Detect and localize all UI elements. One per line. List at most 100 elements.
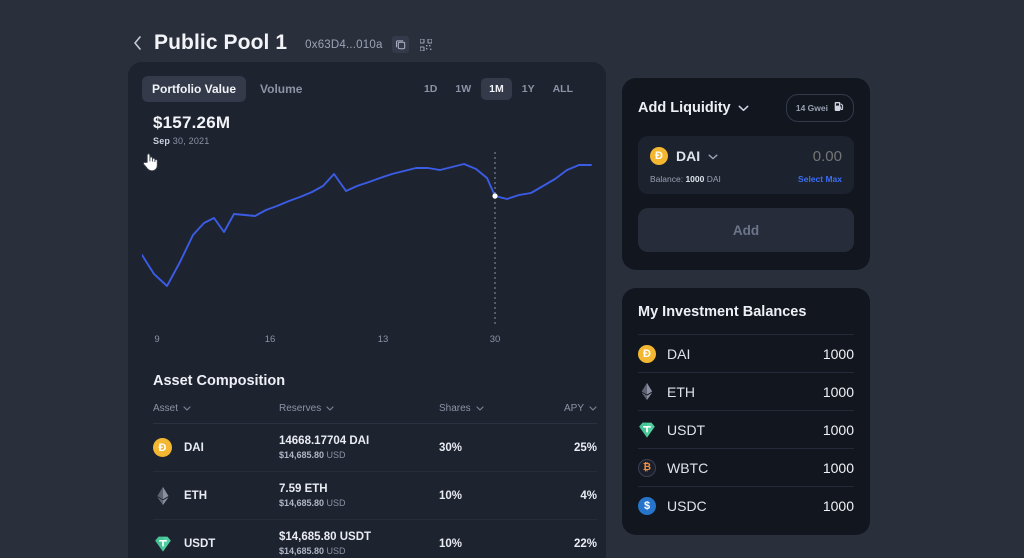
amount-input[interactable] xyxy=(742,147,842,165)
column-header-shares-label: Shares xyxy=(439,403,471,414)
reserves-amount: 14668.17704 DAI xyxy=(279,435,370,447)
balance-value: 1000 xyxy=(822,498,854,514)
range-1w[interactable]: 1W xyxy=(447,78,479,100)
add-liquidity-card: Add Liquidity 14 Gwei Ð DAI 0.00 Balance… xyxy=(622,78,870,270)
x-tick-1: 16 xyxy=(264,334,276,345)
reserves-usd: $14,685.80 USD xyxy=(279,450,439,460)
balance-value: 1000 xyxy=(685,174,705,184)
reserves-cell: 14668.17704 DAI $14,685.80 USD xyxy=(279,435,439,460)
value-date-rest: 30, 2021 xyxy=(170,136,210,146)
balance-symbol: USDT xyxy=(667,421,706,438)
token-input-box: Ð DAI Balance: 1000 DAI Select Max xyxy=(638,136,854,194)
reserves-usd-amount: $14,685.80 xyxy=(279,498,325,508)
x-tick-0: 9 xyxy=(154,334,160,345)
tab-volume[interactable]: Volume xyxy=(250,76,312,102)
eth-token-icon xyxy=(153,486,172,505)
usdt-token-icon xyxy=(153,534,172,553)
chevron-down-icon xyxy=(183,406,191,411)
portfolio-value-date: Sep 30, 2021 xyxy=(153,136,592,146)
portfolio-value-amount: $157.26M xyxy=(153,113,231,132)
list-item[interactable]: $ USDC 1000 xyxy=(638,487,854,525)
shares-value: 30% xyxy=(439,441,463,454)
table-row[interactable]: Ð DAI 14668.17704 DAI $14,685.80 USD 30%… xyxy=(153,424,597,472)
balance-left: ETH xyxy=(638,383,695,401)
reserves-usd: $14,685.80 USD xyxy=(279,498,439,508)
chart-tabs: Portfolio Value Volume xyxy=(142,76,312,102)
add-liquidity-dropdown[interactable]: Add Liquidity xyxy=(638,99,749,117)
chart-x-axis: 9 16 13 30 xyxy=(142,330,594,352)
asset-symbol: DAI xyxy=(184,441,204,454)
chevron-down-icon xyxy=(708,147,718,165)
shares-value: 10% xyxy=(439,489,463,502)
balance-left: Ð DAI xyxy=(638,344,690,363)
column-header-shares[interactable]: Shares xyxy=(439,403,529,414)
apy-value: 4% xyxy=(580,489,597,502)
range-1d[interactable]: 1D xyxy=(416,78,445,100)
table-row[interactable]: ETH 7.59 ETH $14,685.80 USD 10% 4% xyxy=(153,472,597,520)
x-tick-2: 13 xyxy=(377,334,389,345)
reserves-usd-unit: USD xyxy=(324,546,346,556)
reserves-cell: 7.59 ETH $14,685.80 USD xyxy=(279,483,439,508)
eth-token-icon xyxy=(638,383,656,401)
balance-prefix: Balance: xyxy=(650,174,686,184)
add-liquidity-title: Add Liquidity xyxy=(638,100,731,116)
back-button[interactable] xyxy=(128,28,146,58)
tab-portfolio-value[interactable]: Portfolio Value xyxy=(142,76,247,102)
dai-token-icon: Ð xyxy=(650,147,668,165)
column-header-apy-label: APY xyxy=(563,403,584,414)
wbtc-token-icon: ₿ xyxy=(638,458,656,477)
column-header-apy[interactable]: APY xyxy=(529,403,597,414)
dai-token-icon: Ð xyxy=(638,344,656,363)
column-header-reserves[interactable]: Reserves xyxy=(279,403,439,414)
reserves-usd: $14,685.80 USD xyxy=(279,546,439,556)
copy-icon[interactable] xyxy=(391,36,409,53)
x-tick-3: 30 xyxy=(489,334,501,345)
reserves-usd-amount: $14,685.80 xyxy=(279,546,325,556)
side-column: Add Liquidity 14 Gwei Ð DAI 0.00 Balance… xyxy=(622,78,870,535)
range-all[interactable]: ALL xyxy=(545,78,581,100)
column-header-asset-label: Asset xyxy=(153,403,179,414)
balance-symbol: ETH xyxy=(667,383,695,400)
list-item[interactable]: Ð DAI 1000 xyxy=(638,335,854,373)
list-item[interactable]: USDT 1000 xyxy=(638,411,854,449)
reserves-cell: $14,685.80 USDT $14,685.80 USD xyxy=(279,531,439,556)
asset-cell: USDT xyxy=(153,534,279,553)
column-header-reserves-label: Reserves xyxy=(279,403,322,414)
crosshair-dot xyxy=(492,193,498,199)
table-row[interactable]: USDT $14,685.80 USDT $14,685.80 USD 10% … xyxy=(153,520,597,558)
add-button[interactable]: Add xyxy=(638,208,854,252)
column-header-asset[interactable]: Asset xyxy=(153,403,279,414)
apy-value: 22% xyxy=(573,537,597,550)
apy-value: 25% xyxy=(573,441,597,454)
page-header: Public Pool 1 0x63D4...010a xyxy=(128,28,435,58)
asset-composition-table: Asset Reserves Shares APY Ð DAI 14668.17… xyxy=(153,403,597,558)
chevron-left-icon xyxy=(133,36,141,50)
gas-price-badge[interactable]: 14 Gwei xyxy=(785,94,854,122)
token-balance: Balance: 1000 DAI xyxy=(650,174,721,184)
page-title: Public Pool 1 xyxy=(154,31,288,54)
chart-line xyxy=(142,163,592,287)
app-root: Public Pool 1 0x63D4...010a Portfolio Va… xyxy=(0,0,1024,558)
balance-symbol: WBTC xyxy=(667,459,709,476)
token-selector[interactable]: Ð DAI xyxy=(650,147,718,165)
balance-left: ₿ WBTC xyxy=(638,458,709,477)
shares-value: 10% xyxy=(439,537,463,550)
investment-balances-title: My Investment Balances xyxy=(638,304,854,335)
investment-balances-card: My Investment Balances Ð DAI 1000 ETH 10… xyxy=(622,288,870,535)
chart-toolbar: Portfolio Value Volume 1D 1W 1M 1Y ALL xyxy=(142,76,592,102)
qr-code-icon[interactable] xyxy=(418,36,435,53)
balance-value: 1000 xyxy=(822,383,854,400)
reserves-usd-unit: USD xyxy=(324,498,346,508)
range-1y[interactable]: 1Y xyxy=(514,78,543,100)
range-1m[interactable]: 1M xyxy=(481,78,512,100)
list-item[interactable]: ETH 1000 xyxy=(638,373,854,411)
chart-svg xyxy=(142,152,592,324)
token-input-top: Ð DAI xyxy=(650,147,842,165)
list-item[interactable]: ₿ WBTC 1000 xyxy=(638,449,854,487)
add-liquidity-header: Add Liquidity 14 Gwei xyxy=(638,94,854,122)
portfolio-chart[interactable] xyxy=(142,152,594,324)
select-max-button[interactable]: Select Max xyxy=(798,174,842,184)
token-input-bottom: Balance: 1000 DAI Select Max xyxy=(650,174,842,184)
table-header-row: Asset Reserves Shares APY xyxy=(153,403,597,424)
chevron-down-icon xyxy=(738,99,749,117)
